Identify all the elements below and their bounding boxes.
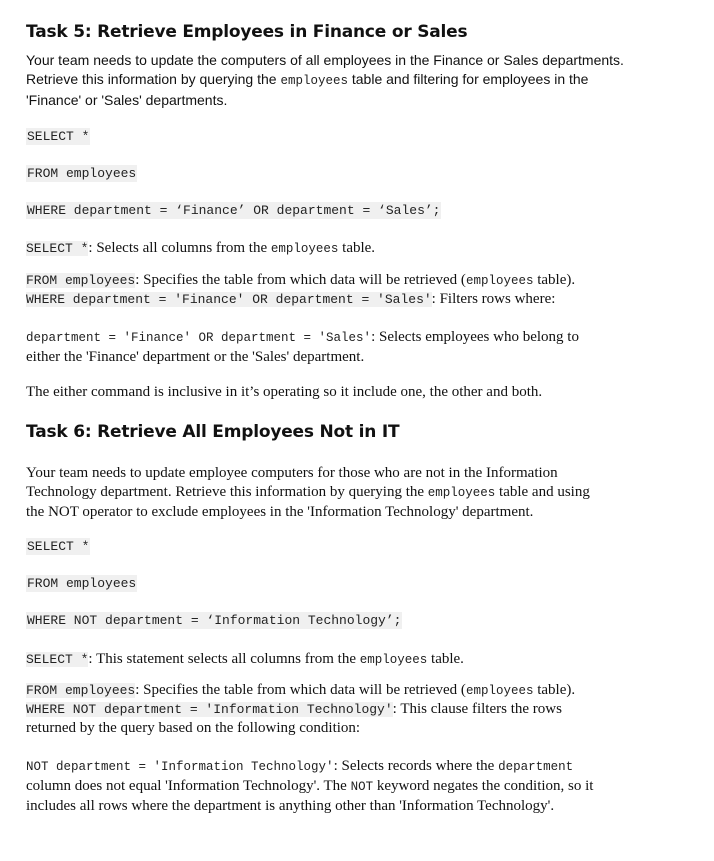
- task6-intro: Your team needs to update employee compu…: [26, 464, 666, 522]
- task5-note: The either command is inclusive in it’s …: [26, 384, 543, 400]
- inline-code-condition: department = 'Finance' OR department = '…: [26, 331, 372, 345]
- task5-code-where: WHERE department = ‘Finance’ OR departme…: [26, 202, 442, 219]
- task5-intro-line2: Retrieve this information by querying th…: [26, 71, 589, 88]
- task6-code-where: WHERE NOT department = ‘Information Tech…: [26, 612, 403, 629]
- task5-explain-condition: department = 'Finance' OR department = '…: [26, 329, 579, 365]
- task6-code-select: SELECT *: [26, 538, 91, 555]
- task5-intro-line1: Your team needs to update the computers …: [26, 52, 624, 68]
- inline-code-employees: employees: [270, 242, 339, 256]
- task5-explain-where: WHERE department = 'Finance' OR departme…: [26, 291, 556, 307]
- task5-code-select: SELECT *: [26, 128, 91, 145]
- inline-code-employees: employees: [359, 653, 428, 667]
- task6-heading: Task 6: Retrieve All Employees Not in IT: [26, 422, 400, 442]
- task5-intro: Your team needs to update the computers …: [26, 51, 666, 110]
- inline-code-select: SELECT *: [26, 241, 89, 256]
- task5-heading: Task 5: Retrieve Employees in Finance or…: [26, 22, 468, 42]
- inline-code-employees: employees: [280, 74, 348, 88]
- inline-code-select: SELECT *: [26, 652, 89, 667]
- task6-explain-condition: NOT department = 'Information Technology…: [26, 758, 594, 814]
- task6-explain-select: SELECT *: This statement selects all col…: [26, 651, 464, 667]
- task5-intro-line3: 'Finance' or 'Sales' departments.: [26, 92, 228, 108]
- task6-intro-line1: Your team needs to update employee compu…: [26, 465, 558, 481]
- inline-code-where: WHERE NOT department = 'Information Tech…: [26, 702, 393, 717]
- inline-code-employees: employees: [465, 684, 534, 698]
- inline-code-employees: employees: [427, 486, 496, 500]
- task6-intro-line2: Technology department. Retrieve this inf…: [26, 484, 590, 500]
- task6-explain-where: WHERE NOT department = 'Information Tech…: [26, 701, 562, 736]
- inline-code-department: department: [498, 760, 574, 774]
- task5-explain-from: FROM employees: Specifies the table from…: [26, 272, 576, 288]
- task5-code-from: FROM employees: [26, 165, 138, 182]
- inline-code-condition: NOT department = 'Information Technology…: [26, 760, 334, 774]
- inline-code-from: FROM employees: [26, 273, 136, 288]
- task6-code-from: FROM employees: [26, 575, 138, 592]
- inline-code-employees: employees: [465, 274, 534, 288]
- inline-code-where: WHERE department = 'Finance' OR departme…: [26, 292, 432, 307]
- task6-explain-from: FROM employees: Specifies the table from…: [26, 682, 576, 698]
- inline-code-from: FROM employees: [26, 683, 136, 698]
- inline-code-not: NOT: [350, 780, 374, 794]
- task5-explain-select: SELECT *: Selects all columns from the e…: [26, 240, 376, 256]
- task6-intro-line3: the NOT operator to exclude employees in…: [26, 504, 534, 520]
